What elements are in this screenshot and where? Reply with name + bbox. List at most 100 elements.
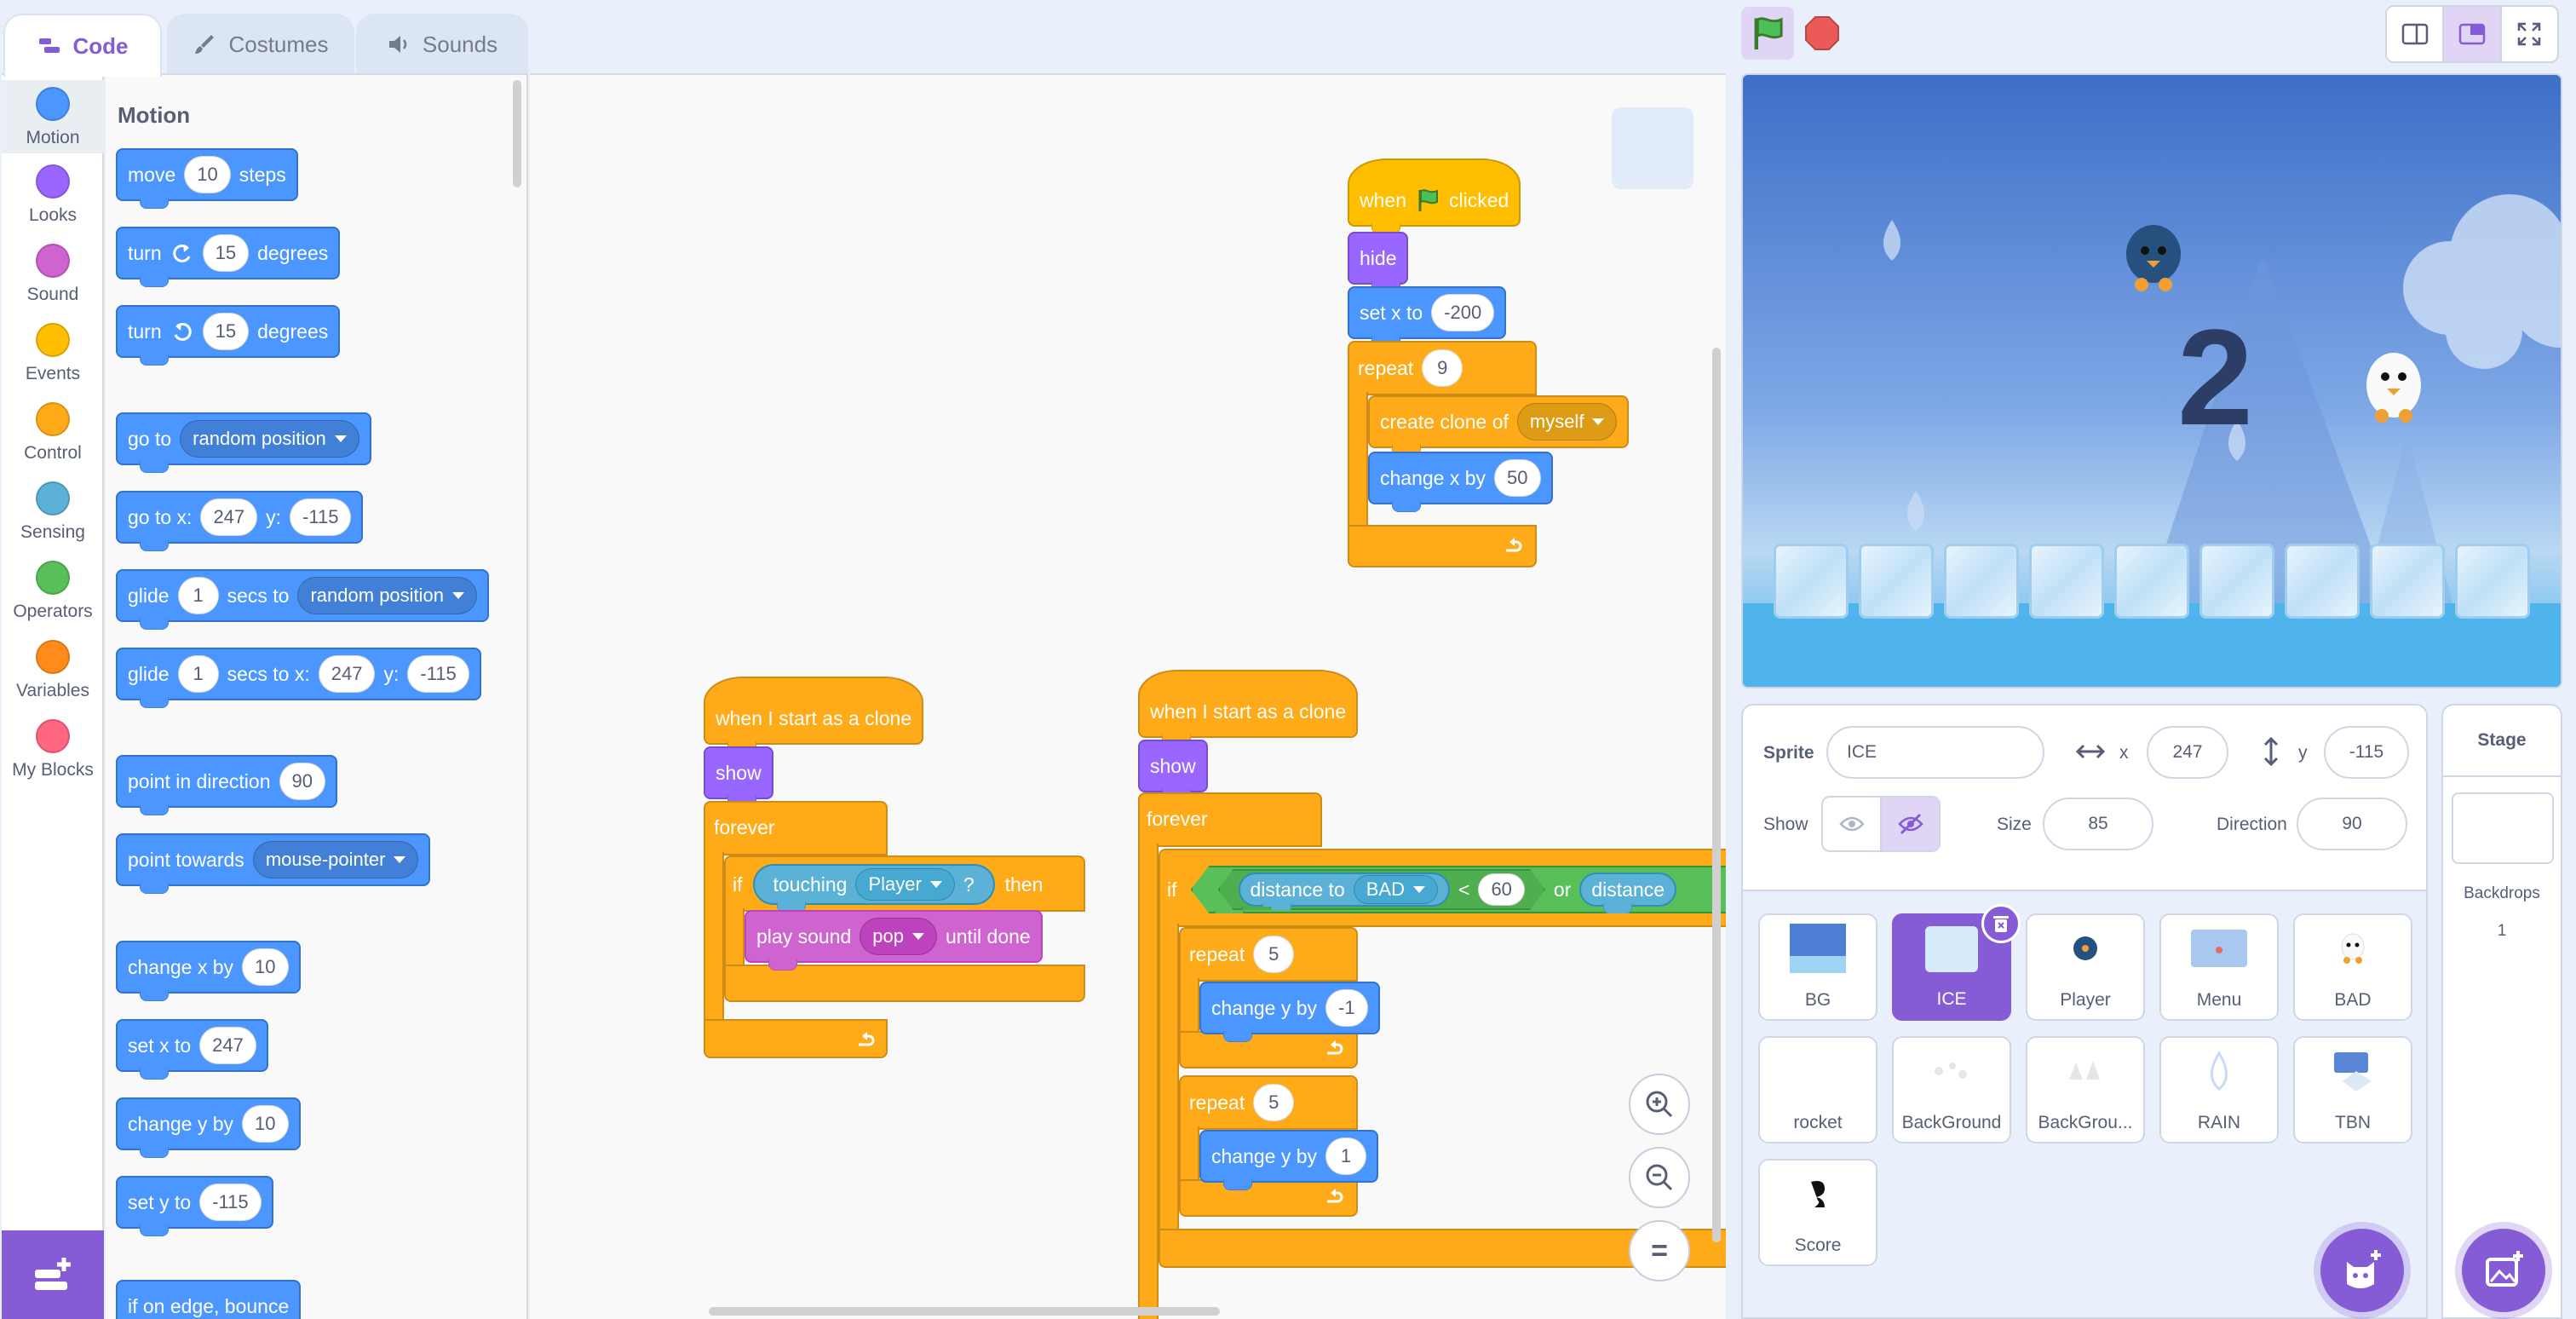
secs-input[interactable]: 1 xyxy=(177,577,219,614)
hide-block[interactable]: hide xyxy=(1348,232,1409,292)
sprite-name-field[interactable]: ICE xyxy=(1826,726,2044,779)
value-input[interactable]: 10 xyxy=(242,1105,289,1143)
green-flag-button[interactable] xyxy=(1741,7,1794,60)
fullscreen-button[interactable] xyxy=(2502,7,2557,61)
show-sprite-button[interactable] xyxy=(1823,798,1882,850)
change-x-block[interactable]: change x by 10 xyxy=(116,941,301,1001)
change-y-block[interactable]: change y by 10 xyxy=(116,1097,301,1158)
glide-to-xy-block[interactable]: glide 1 secs to x: 247 y: -115 xyxy=(116,648,481,708)
stage-canvas[interactable]: 2 xyxy=(1741,73,2562,688)
size-field[interactable]: 85 xyxy=(2043,798,2153,850)
category-looks[interactable]: Looks xyxy=(2,164,104,226)
category-sensing[interactable]: Sensing xyxy=(2,481,104,543)
steps-input[interactable]: 10 xyxy=(184,156,231,193)
category-control[interactable]: Control xyxy=(2,402,104,464)
move-steps-block[interactable]: move 10 steps xyxy=(116,148,298,209)
sprite-tile[interactable]: Player xyxy=(2026,913,2145,1021)
sound-dropdown[interactable]: pop xyxy=(860,918,937,955)
category-operators[interactable]: Operators xyxy=(2,561,104,622)
normal-stage-button[interactable] xyxy=(2444,7,2502,61)
x-position-field[interactable]: 247 xyxy=(2147,726,2228,779)
when-start-as-clone-block[interactable]: when I start as a clone xyxy=(1138,670,1359,746)
stop-button[interactable] xyxy=(1796,7,1849,60)
target-dropdown[interactable]: mouse-pointer xyxy=(252,841,419,878)
category-my-blocks[interactable]: My Blocks xyxy=(2,719,104,780)
x-input[interactable]: 247 xyxy=(318,655,376,693)
sprite-tile[interactable]: BG xyxy=(1758,913,1877,1021)
go-to-xy-block[interactable]: go to x: 247 y: -115 xyxy=(116,491,364,551)
repeat-count-input[interactable]: 5 xyxy=(1253,1084,1295,1121)
sprite-tile[interactable]: Score xyxy=(1758,1159,1877,1266)
when-flag-clicked-block[interactable]: when clicked xyxy=(1348,158,1521,234)
stage-thumbnail[interactable] xyxy=(2452,792,2554,864)
create-clone-block[interactable]: create clone of myself xyxy=(1368,395,1630,456)
add-extension-button[interactable] xyxy=(2,1230,104,1319)
value-input[interactable]: 1 xyxy=(1325,1138,1367,1175)
turn-left-block[interactable]: turn 15 degrees xyxy=(116,305,341,366)
repeat-count-input[interactable]: 9 xyxy=(1422,349,1463,387)
repeat-count-input[interactable]: 5 xyxy=(1253,936,1295,973)
horizontal-scrollbar[interactable] xyxy=(709,1307,1220,1316)
sprite-tile[interactable]: RAIN xyxy=(2159,1036,2279,1143)
play-sound-until-done-block[interactable]: play sound pop until done xyxy=(745,910,1043,971)
target-dropdown[interactable]: random position xyxy=(180,420,359,458)
hide-sprite-button[interactable] xyxy=(1882,798,1939,850)
touching-target-dropdown[interactable]: Player xyxy=(855,868,955,901)
compare-value-input[interactable]: 60 xyxy=(1478,873,1524,906)
tab-code[interactable]: Code xyxy=(3,14,162,77)
change-y-block[interactable]: change y by 1 xyxy=(1199,1130,1379,1190)
choose-sprite-button[interactable] xyxy=(2320,1229,2404,1312)
sprite-tile[interactable]: ICE xyxy=(1892,904,2021,1021)
set-y-block[interactable]: set y to -115 xyxy=(116,1176,273,1236)
degrees-input[interactable]: 15 xyxy=(202,313,250,350)
value-input[interactable]: 10 xyxy=(242,948,289,986)
x-input[interactable]: 247 xyxy=(200,498,258,536)
zoom-in-button[interactable] xyxy=(1629,1074,1690,1135)
y-position-field[interactable]: -115 xyxy=(2324,726,2409,779)
choose-backdrop-button[interactable] xyxy=(2462,1229,2545,1312)
sprite-tile[interactable]: TBN xyxy=(2293,1036,2412,1143)
change-y-block[interactable]: change y by -1 xyxy=(1199,982,1380,1042)
value-input[interactable]: -200 xyxy=(1431,294,1495,331)
zoom-reset-button[interactable]: = xyxy=(1629,1220,1690,1282)
small-stage-button[interactable] xyxy=(2387,7,2445,61)
category-events[interactable]: Events xyxy=(2,323,104,384)
direction-field[interactable]: 90 xyxy=(2297,798,2407,850)
or-condition[interactable]: distance to BAD < 60 or distance xyxy=(1190,866,1726,913)
target-dropdown[interactable]: random position xyxy=(297,577,478,614)
value-input[interactable]: -1 xyxy=(1325,989,1368,1027)
distance-to-reporter[interactable]: distance xyxy=(1579,873,1677,913)
set-x-block[interactable]: set x to 247 xyxy=(116,1019,268,1080)
y-input[interactable]: -115 xyxy=(407,655,469,693)
category-motion[interactable]: Motion xyxy=(2,80,104,153)
sprite-tile[interactable]: BackGrou... xyxy=(2026,1036,2145,1143)
distance-target-dropdown[interactable]: BAD xyxy=(1354,875,1438,904)
palette-scrollbar[interactable] xyxy=(513,80,521,187)
sprite-tile[interactable]: rocket xyxy=(1758,1036,1877,1143)
category-variables[interactable]: Variables xyxy=(2,640,104,701)
show-block[interactable]: show xyxy=(1138,740,1208,800)
degrees-input[interactable]: 15 xyxy=(202,234,250,272)
delete-sprite-button[interactable] xyxy=(1981,904,2021,943)
y-input[interactable]: -115 xyxy=(290,498,352,536)
direction-input[interactable]: 90 xyxy=(279,763,325,800)
distance-to-reporter[interactable]: distance to BAD xyxy=(1239,873,1451,907)
script-area[interactable]: when clicked hide set x to -200 repeat 9… xyxy=(530,73,1726,1319)
less-than-condition[interactable]: distance to BAD < 60 xyxy=(1218,869,1545,910)
stage-selector[interactable]: Stage Backdrops 1 xyxy=(2441,704,2562,1319)
turn-right-block[interactable]: turn 15 degrees xyxy=(116,227,341,287)
clone-target-dropdown[interactable]: myself xyxy=(1516,403,1618,441)
sprite-tile[interactable]: BackGround xyxy=(1892,1036,2011,1143)
value-input[interactable]: 247 xyxy=(199,1027,256,1064)
point-in-direction-block[interactable]: point in direction 90 xyxy=(116,755,337,815)
change-x-block[interactable]: change x by 50 xyxy=(1368,452,1553,512)
sprite-tile[interactable]: Menu xyxy=(2159,913,2279,1021)
value-input[interactable]: -115 xyxy=(199,1184,262,1221)
when-start-as-clone-block[interactable]: when I start as a clone xyxy=(704,677,924,752)
secs-input[interactable]: 1 xyxy=(177,655,219,693)
tab-costumes[interactable]: Costumes xyxy=(167,14,354,73)
go-to-block[interactable]: go to random position xyxy=(116,412,371,473)
set-x-block[interactable]: set x to -200 xyxy=(1348,286,1507,347)
tab-sounds[interactable]: Sounds xyxy=(356,14,528,73)
touching-condition[interactable]: touching Player ? xyxy=(752,864,995,913)
